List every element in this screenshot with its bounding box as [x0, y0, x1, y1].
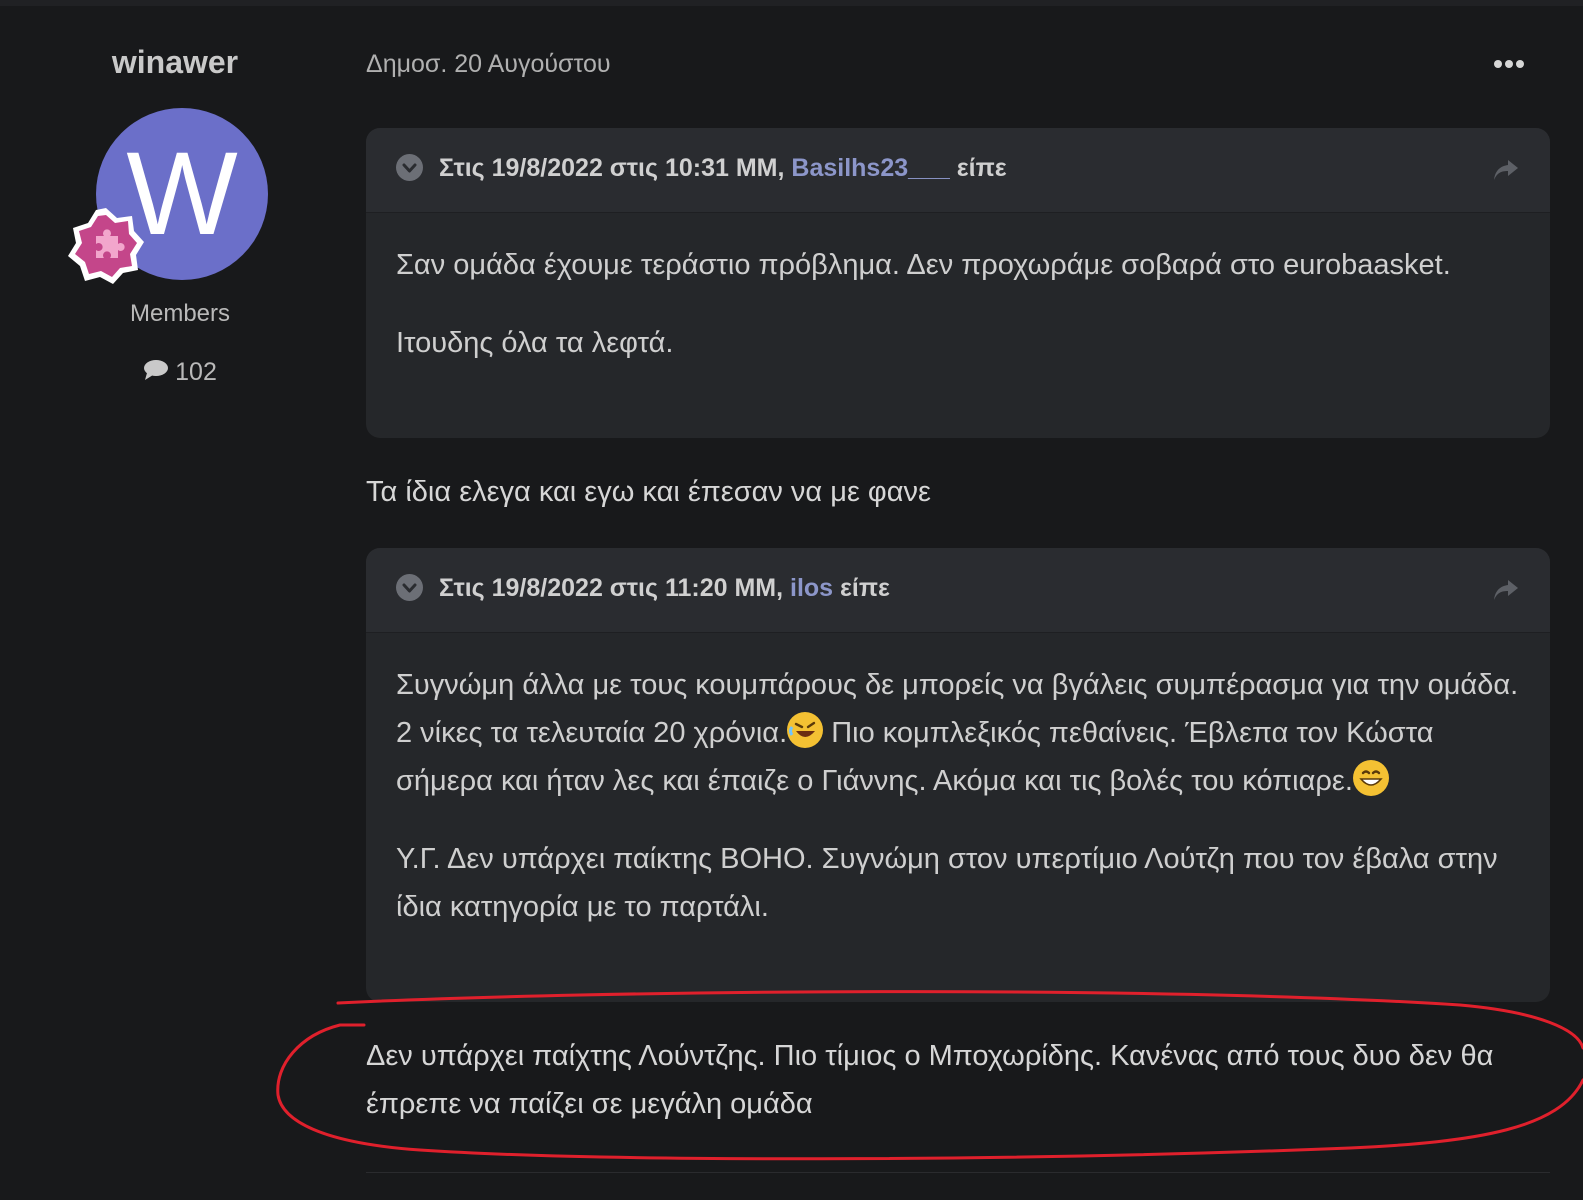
- red-circle-annotation: [276, 990, 1583, 1161]
- bottom-divider: [366, 1172, 1550, 1173]
- forum-post: winawer W Members 102 Δημοσ. 20 Αυγούστο…: [0, 0, 1583, 1200]
